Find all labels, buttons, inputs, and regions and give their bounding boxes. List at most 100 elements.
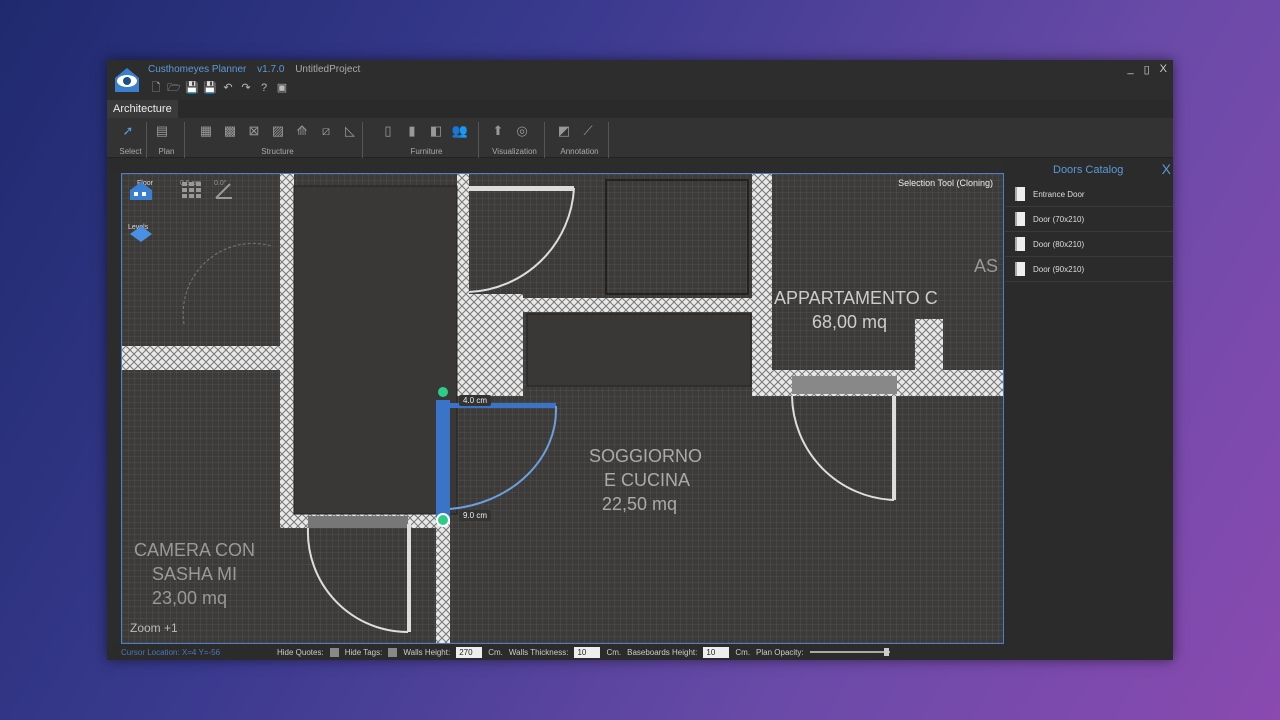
title-bar: Custhomeyes Planner v1.7.0 UntitledProje… (107, 60, 1173, 100)
wall-handle-bottom[interactable] (436, 513, 450, 527)
catalog-header: Doors Catalog X (1005, 158, 1173, 182)
baseboards-height-input[interactable]: 10 (703, 646, 730, 658)
catalog-close-button[interactable]: X (1162, 161, 1171, 177)
wall-segment[interactable] (752, 174, 772, 396)
ribbon-group-plan: ▤ Plan (149, 122, 185, 158)
hide-tags-checkbox[interactable] (388, 647, 398, 657)
quick-access-toolbar: 🗋 🗁 💾 💾 ↶ ↷ ? ▣ (149, 81, 289, 95)
door-icon[interactable]: ▯ (379, 122, 397, 140)
status-bar: Cursor Location: X=4 Y=-56 Hide Quotes: … (121, 644, 1004, 660)
catalog-item-label: Door (90x210) (1033, 264, 1085, 274)
wall-delete-icon[interactable]: ⊠ (245, 122, 263, 140)
wall-icon[interactable]: ▦ (197, 122, 215, 140)
undo-icon[interactable]: ↶ (221, 81, 235, 95)
new-file-icon[interactable]: 🗋 (149, 81, 163, 95)
ribbon-group-structure: ▦ ▩ ⊠ ▨ ⟰ ⧄ ◺ Structure (193, 122, 363, 158)
zoom-level: Zoom +1 (130, 621, 178, 635)
save-as-icon[interactable]: 💾 (203, 81, 217, 95)
room-area: 23,00 mq (152, 588, 227, 608)
dimension-icon[interactable]: ⟋ (579, 122, 597, 140)
floor-plan-canvas[interactable]: APPARTAMENTO C 68,00 mq SOGGIORNO E CUCI… (121, 173, 1004, 644)
app-name: Custhomeyes Planner (148, 64, 247, 75)
door-leaf (892, 396, 896, 500)
walls-thickness-input[interactable]: 10 (574, 646, 601, 658)
wall-handle-top[interactable] (438, 387, 448, 397)
level-diamond-icon[interactable] (128, 224, 154, 244)
catalog-item-entrance-door[interactable]: Entrance Door (1005, 182, 1173, 207)
roof-icon[interactable]: ◺ (341, 122, 359, 140)
opening-icon[interactable]: ⧄ (317, 122, 335, 140)
furniture-icon[interactable]: ◧ (427, 122, 445, 140)
catalog-item-label: Door (80x210) (1033, 239, 1085, 249)
ribbon-group-annotation: ◩ ⟋ Annotation (551, 122, 609, 158)
minimize-button[interactable]: _ (1127, 63, 1133, 76)
select-cursor-icon[interactable]: ➚ (119, 122, 137, 140)
angle-snap-toggle[interactable]: 0.0° (214, 180, 232, 199)
save-icon[interactable]: 💾 (185, 81, 199, 95)
stairs-icon[interactable]: ⟰ (293, 122, 311, 140)
hide-tags-label: Hide Tags: (344, 647, 383, 657)
ruler-top (121, 158, 1004, 172)
dimension-tag-top: 4.0 cm (459, 395, 492, 406)
floor-icon[interactable]: ▨ (269, 122, 287, 140)
door-swing (306, 527, 409, 633)
walls-thickness-label: Walls Thickness: (508, 647, 569, 657)
wall-segment[interactable] (457, 174, 469, 294)
catalog-item-door-80[interactable]: Door (80x210) (1005, 232, 1173, 257)
doors-catalog-panel: Doors Catalog X Entrance Door Door (70x2… (1005, 158, 1173, 644)
levels-panel: Levels 0 (128, 224, 152, 242)
room-area: 68,00 mq (812, 312, 887, 332)
ribbon: ➚ Select ▤ Plan ▦ ▩ ⊠ ▨ ⟰ ⧄ ◺ Structure … (107, 118, 1173, 158)
hide-quotes-label: Hide Quotes: (277, 647, 324, 657)
compass-icon[interactable]: ◎ (513, 122, 531, 140)
angle-icon (215, 183, 232, 199)
help-icon[interactable]: ? (257, 81, 271, 95)
room-area: 22,50 mq (602, 494, 677, 514)
catalog-item-door-70[interactable]: Door (70x210) (1005, 207, 1173, 232)
door-leaf (407, 524, 411, 632)
wall-segment[interactable] (469, 298, 759, 312)
wall-segment[interactable] (122, 346, 282, 370)
door-swing (468, 187, 575, 293)
tab-architecture[interactable]: Architecture (107, 100, 178, 118)
ribbon-label-structure: Structure (261, 147, 294, 156)
door-swing (791, 395, 895, 501)
wall-segment[interactable] (280, 174, 294, 528)
door-frame (469, 186, 574, 191)
unit-label: Cm. (735, 647, 751, 657)
door-frame (792, 376, 897, 394)
floor-plan-drawing: APPARTAMENTO C 68,00 mq SOGGIORNO E CUCI… (122, 174, 1003, 644)
slider-thumb[interactable] (883, 648, 889, 656)
close-button[interactable]: X (1160, 63, 1167, 76)
window-controls: _ ▯ X (1127, 63, 1167, 76)
plan-icon[interactable]: ▤ (153, 122, 171, 140)
room-label: APPARTAMENTO C (774, 288, 938, 308)
redo-icon[interactable]: ↷ (239, 81, 253, 95)
selected-wall[interactable] (436, 400, 450, 518)
app-logo-icon (115, 68, 139, 92)
catalog-item-door-90[interactable]: Door (90x210) (1005, 257, 1173, 282)
walk-up-icon[interactable]: ⬆ (489, 122, 507, 140)
ribbon-label-plan: Plan (158, 147, 175, 156)
wall-segment[interactable] (915, 319, 943, 374)
open-folder-icon[interactable]: 🗁 (167, 81, 181, 95)
walls-height-input[interactable]: 270 (456, 646, 483, 658)
window-icon[interactable]: ▮ (403, 122, 421, 140)
selected-door-swing[interactable] (449, 405, 558, 510)
project-name: UntitledProject (295, 64, 361, 75)
text-annotation-icon[interactable]: ◩ (555, 122, 573, 140)
plan-opacity-slider[interactable] (809, 648, 890, 656)
hide-quotes-checkbox[interactable] (329, 647, 339, 657)
ribbon-group-select: ➚ Select (115, 122, 147, 158)
app-version: v1.7.0 (257, 64, 285, 75)
maximize-button[interactable]: ▯ (1144, 63, 1150, 76)
grid-toggle[interactable]: 0.5 cm (180, 180, 201, 198)
info-icon[interactable]: ▣ (275, 81, 289, 95)
grid-icon (182, 182, 201, 198)
wall-check-icon[interactable]: ▩ (221, 122, 239, 140)
wall-segment[interactable] (436, 524, 450, 644)
floor-selector[interactable]: Floor (128, 180, 162, 200)
catalog-title: Doors Catalog (1053, 164, 1124, 176)
selection-tool-label: Selection Tool (Cloning) (898, 178, 993, 188)
people-icon[interactable]: 👥 (451, 122, 469, 140)
